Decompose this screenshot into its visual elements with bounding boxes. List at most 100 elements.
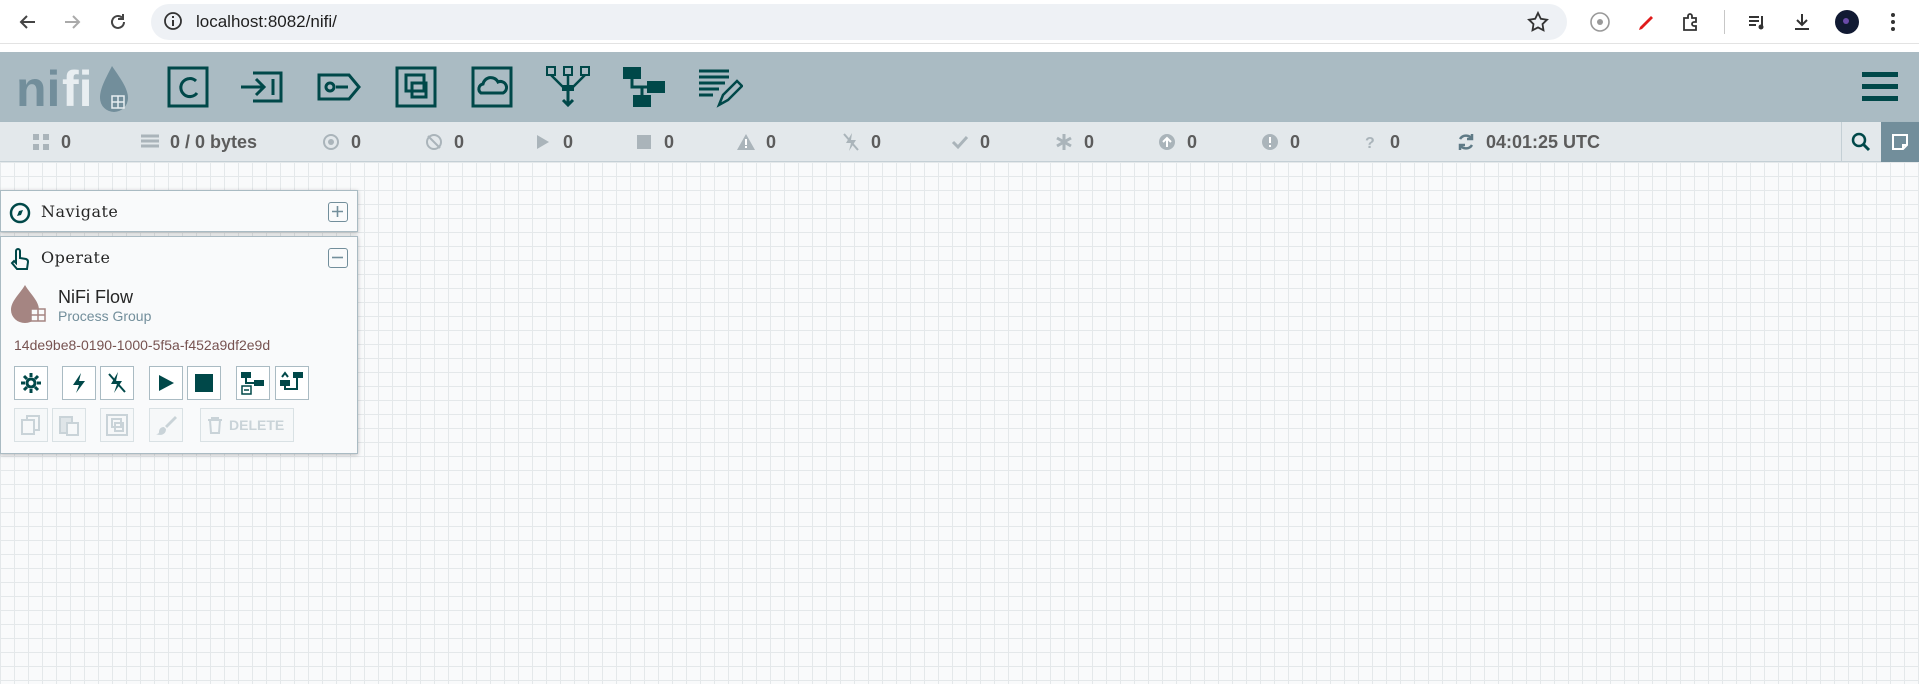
paste-button[interactable]	[52, 408, 86, 442]
active-threads-stat: 0	[31, 122, 71, 162]
threads-icon	[31, 132, 51, 152]
stopped-value: 0	[664, 131, 675, 152]
process-group-drop-icon	[11, 283, 47, 323]
browser-menu-icon[interactable]	[1880, 9, 1906, 35]
group-button[interactable]	[100, 408, 134, 442]
queued-value: 0 / 0 bytes	[170, 131, 258, 152]
enable-button[interactable]	[62, 366, 96, 400]
sync-failure-value: 0	[1390, 131, 1401, 152]
collapse-minus-icon[interactable]	[328, 248, 348, 268]
arrow-up-circle-icon	[1157, 132, 1177, 152]
trash-icon	[208, 417, 222, 434]
template-upload-icon	[280, 371, 303, 390]
sync-failure-stat: ? 0	[1360, 122, 1400, 162]
stale-value: 0	[1187, 131, 1198, 152]
flash-slash-icon	[108, 372, 126, 393]
invalid-value: 0	[766, 131, 777, 152]
search-icon[interactable]	[1841, 122, 1879, 162]
flow-status-bar: 0 0 / 0 bytes 0 0 0 0 0 0 0 0 0 0 ? 0 04…	[0, 122, 1919, 162]
running-value: 0	[563, 131, 574, 152]
extension-pen-icon[interactable]	[1633, 9, 1659, 35]
play-icon	[159, 375, 174, 391]
active-threads-value: 0	[61, 131, 72, 152]
stopped-square-icon	[634, 132, 654, 152]
hand-pointer-icon	[9, 248, 31, 270]
forward-icon[interactable]	[60, 10, 84, 34]
asterisk-icon	[1054, 132, 1074, 152]
last-refreshed-value: 04:01:25 UTC	[1486, 131, 1601, 152]
download-icon[interactable]	[1789, 9, 1815, 35]
stale-stat: 0	[1157, 122, 1197, 162]
site-info-icon[interactable]	[163, 11, 183, 36]
last-refreshed-stat[interactable]: 04:01:25 UTC	[1456, 122, 1600, 162]
stopped-stat: 0	[634, 122, 674, 162]
input-port-icon[interactable]	[233, 62, 293, 112]
transmitting-stat: 0	[321, 122, 361, 162]
browser-toolbar: localhost:8082/nifi/	[0, 0, 1919, 44]
not-transmitting-stat: 0	[424, 122, 464, 162]
upload-template-button[interactable]	[275, 366, 309, 400]
address-bar[interactable]	[151, 4, 1567, 40]
copy-button[interactable]	[14, 408, 48, 442]
configure-button[interactable]	[14, 366, 48, 400]
start-button[interactable]	[149, 366, 183, 400]
nifi-header: ni fi	[0, 52, 1919, 122]
invalid-stat: 0	[736, 122, 776, 162]
selection-type: Process Group	[58, 308, 152, 324]
output-port-icon[interactable]	[310, 62, 370, 112]
remote-process-group-icon[interactable]	[462, 62, 522, 112]
process-group-icon[interactable]	[386, 62, 446, 112]
back-icon[interactable]	[16, 10, 40, 34]
navigate-header[interactable]: Navigate	[1, 191, 357, 233]
disable-button[interactable]	[100, 366, 134, 400]
running-play-icon	[533, 132, 553, 152]
url-text[interactable]: localhost:8082/nifi/	[196, 12, 337, 32]
media-playlist-icon[interactable]	[1744, 9, 1770, 35]
nifi-logo: ni fi	[16, 60, 130, 117]
stop-button[interactable]	[187, 366, 221, 400]
operate-title: Operate	[41, 248, 111, 267]
locally-modified-stat: 0	[1054, 122, 1094, 162]
up-to-date-value: 0	[980, 131, 991, 152]
not-transmitting-value: 0	[454, 131, 465, 152]
disabled-value: 0	[871, 131, 882, 152]
paintbrush-icon	[156, 416, 177, 435]
question-icon: ?	[1360, 132, 1380, 152]
not-transmitting-icon	[424, 132, 444, 152]
navigate-palette: Navigate	[0, 190, 358, 232]
check-icon	[950, 132, 970, 152]
svg-text:ni: ni	[16, 61, 60, 116]
delete-button[interactable]: DELETE	[200, 408, 294, 442]
transmitting-icon	[321, 132, 341, 152]
expand-plus-icon[interactable]	[328, 202, 348, 222]
refresh-icon[interactable]	[1456, 132, 1476, 152]
funnel-icon[interactable]	[538, 62, 598, 112]
extension-recorder-icon[interactable]	[1587, 9, 1613, 35]
svg-text:fi: fi	[62, 61, 93, 116]
reload-icon[interactable]	[106, 10, 130, 34]
up-to-date-stat: 0	[950, 122, 990, 162]
create-template-button[interactable]	[236, 366, 270, 400]
gear-icon	[21, 373, 41, 393]
label-icon[interactable]	[690, 62, 750, 112]
locally-modified-stale-stat: 0	[1260, 122, 1300, 162]
disabled-stat: 0	[841, 122, 881, 162]
toolbar-divider	[1724, 10, 1725, 34]
change-color-button[interactable]	[149, 408, 183, 442]
delete-label: DELETE	[229, 417, 285, 433]
stop-icon	[195, 374, 213, 392]
processor-component-icon[interactable]	[158, 62, 218, 112]
bookmark-star-icon[interactable]	[1526, 10, 1550, 39]
profile-avatar[interactable]	[1834, 9, 1860, 35]
operate-palette: Operate NiFi Flow Process Group 14de9be8…	[0, 236, 358, 454]
template-create-icon	[241, 372, 264, 395]
operate-header[interactable]: Operate	[1, 237, 357, 279]
bulletin-board-icon[interactable]	[1881, 122, 1919, 162]
template-icon[interactable]	[614, 62, 674, 112]
global-menu-icon[interactable]	[1862, 68, 1898, 104]
svg-text:?: ?	[1365, 135, 1375, 151]
extensions-puzzle-icon[interactable]	[1678, 9, 1704, 35]
navigate-title: Navigate	[41, 202, 119, 221]
paste-icon	[59, 416, 79, 436]
group-icon	[106, 414, 128, 436]
